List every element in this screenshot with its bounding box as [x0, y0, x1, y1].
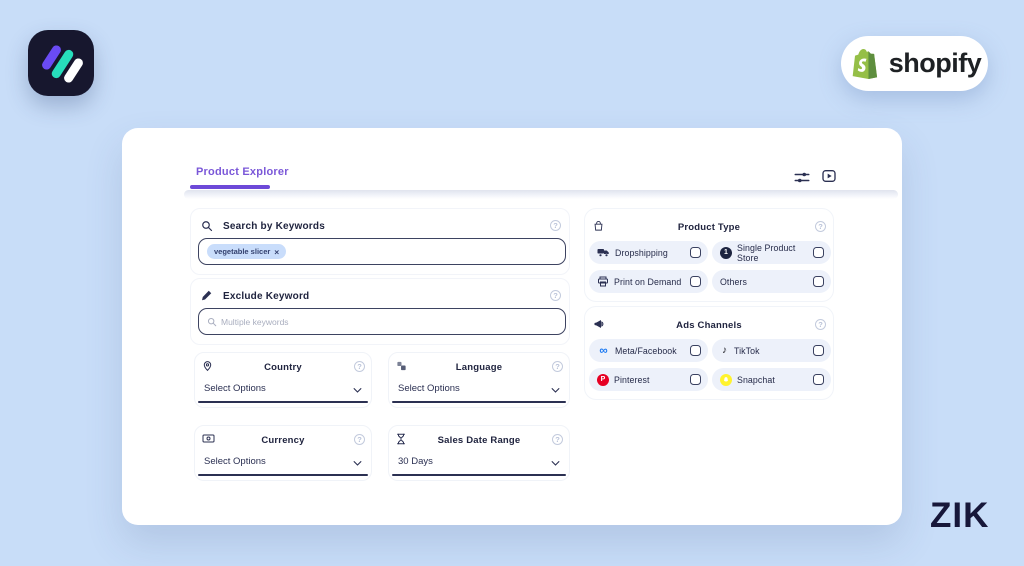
filter-settings-icon[interactable]	[793, 170, 811, 185]
option-pinterest[interactable]: P Pinterest	[589, 368, 708, 391]
sales-date-range-filter-card: Sales Date Range ? 30 Days	[388, 425, 570, 481]
zik-logo	[28, 30, 94, 96]
exclude-keyword-input[interactable]	[221, 309, 551, 334]
pinterest-checkbox[interactable]	[690, 374, 701, 385]
option-single-product-store[interactable]: 1 Single Product Store	[712, 241, 831, 264]
shopify-wordmark: shopify	[888, 48, 982, 78]
pencil-icon	[201, 289, 213, 301]
currency-filter-card: Currency ? Select Options	[194, 425, 372, 481]
country-select-value[interactable]: Select Options	[204, 383, 266, 394]
option-tiktok[interactable]: ♪ TikTok	[712, 339, 831, 362]
chevron-down-icon[interactable]	[551, 387, 560, 394]
ads-channels-help-icon[interactable]: ?	[815, 319, 826, 330]
search-keywords-label: Search by Keywords	[223, 221, 325, 232]
others-checkbox[interactable]	[813, 276, 824, 287]
currency-label: Currency	[261, 435, 305, 446]
currency-help-icon[interactable]: ?	[354, 434, 365, 445]
tab-divider-bar	[184, 190, 898, 199]
truck-icon	[597, 247, 610, 258]
option-label: Dropshipping	[615, 247, 668, 258]
keyword-chip-label: vegetable slicer	[214, 247, 271, 256]
exclude-keyword-help-icon[interactable]: ?	[550, 290, 561, 301]
option-label: Others	[720, 276, 747, 287]
exclude-keyword-section: Exclude Keyword ?	[190, 278, 570, 345]
sales-date-range-select-underline	[392, 474, 566, 476]
search-keywords-help-icon[interactable]: ?	[550, 220, 561, 231]
product-type-help-icon[interactable]: ?	[815, 221, 826, 232]
video-tutorial-icon[interactable]	[821, 168, 837, 184]
tiktok-icon: ♪	[722, 345, 727, 356]
country-filter-card: Country ? Select Options	[194, 352, 372, 408]
sales-date-range-label: Sales Date Range	[437, 435, 521, 446]
search-keywords-section: Search by Keywords ? vegetable slicer ×	[190, 208, 570, 275]
language-select-underline	[392, 401, 566, 403]
printer-icon	[597, 276, 609, 287]
shopify-badge: shopify	[841, 36, 988, 91]
product-explorer-card: Product Explorer Search by Keywords ? ve…	[122, 128, 902, 525]
tab-active-underline	[190, 185, 270, 189]
search-keywords-input[interactable]: vegetable slicer ×	[198, 238, 566, 265]
dropshipping-checkbox[interactable]	[690, 247, 701, 258]
product-type-section: Product Type ? Dropshipping 1 Single Pro…	[584, 208, 834, 302]
chevron-down-icon[interactable]	[353, 460, 362, 467]
chevron-down-icon[interactable]	[353, 387, 362, 394]
ads-channels-title: Ads Channels	[676, 320, 742, 331]
meta-icon: ∞	[599, 344, 608, 357]
option-label: Print on Demand	[614, 276, 682, 287]
currency-select-value[interactable]: Select Options	[204, 456, 266, 467]
ads-channels-section: Ads Channels ? ∞ Meta/Facebook ♪ TikTok …	[584, 306, 834, 400]
shopify-bag-icon	[848, 45, 882, 83]
option-label: TikTok	[734, 345, 760, 356]
country-label: Country	[264, 362, 302, 373]
snapchat-checkbox[interactable]	[813, 374, 824, 385]
country-select-underline	[198, 401, 368, 403]
option-meta-facebook[interactable]: ∞ Meta/Facebook	[589, 339, 708, 362]
input-search-icon	[207, 317, 217, 327]
option-dropshipping[interactable]: Dropshipping	[589, 241, 708, 264]
option-label: Pinterest	[614, 374, 650, 385]
exclude-keyword-input-wrap	[198, 308, 566, 335]
language-help-icon[interactable]: ?	[552, 361, 563, 372]
sales-date-range-select-value[interactable]: 30 Days	[398, 456, 433, 467]
language-select-value[interactable]: Select Options	[398, 383, 460, 394]
keyword-chip-remove-icon[interactable]: ×	[274, 247, 279, 257]
number-one-circle-icon: 1	[720, 246, 732, 259]
language-label: Language	[455, 362, 503, 373]
option-label: Snapchat	[737, 374, 775, 385]
option-others[interactable]: Others	[712, 270, 831, 293]
exclude-keyword-label: Exclude Keyword	[223, 291, 310, 302]
page-background: shopify Product Explorer Search by Keywo…	[0, 0, 1024, 566]
search-icon	[201, 220, 213, 232]
product-type-title: Product Type	[677, 222, 741, 233]
sales-date-range-help-icon[interactable]: ?	[552, 434, 563, 445]
keyword-chip[interactable]: vegetable slicer ×	[207, 244, 287, 259]
meta-facebook-checkbox[interactable]	[690, 345, 701, 356]
option-label: Single Product Store	[737, 242, 796, 263]
single-product-store-checkbox[interactable]	[813, 247, 824, 258]
option-snapchat[interactable]: Snapchat	[712, 368, 831, 391]
language-filter-card: Language ? Select Options	[388, 352, 570, 408]
option-label: Meta/Facebook	[615, 345, 677, 356]
option-print-on-demand[interactable]: Print on Demand	[589, 270, 708, 293]
currency-select-underline	[198, 474, 368, 476]
pinterest-icon: P	[597, 373, 609, 386]
zik-wordmark: ZIK	[930, 496, 990, 535]
print-on-demand-checkbox[interactable]	[690, 276, 701, 287]
tiktok-checkbox[interactable]	[813, 345, 824, 356]
chevron-down-icon[interactable]	[551, 460, 560, 467]
snapchat-icon	[720, 373, 732, 386]
tab-product-explorer[interactable]: Product Explorer	[196, 166, 289, 178]
country-help-icon[interactable]: ?	[354, 361, 365, 372]
